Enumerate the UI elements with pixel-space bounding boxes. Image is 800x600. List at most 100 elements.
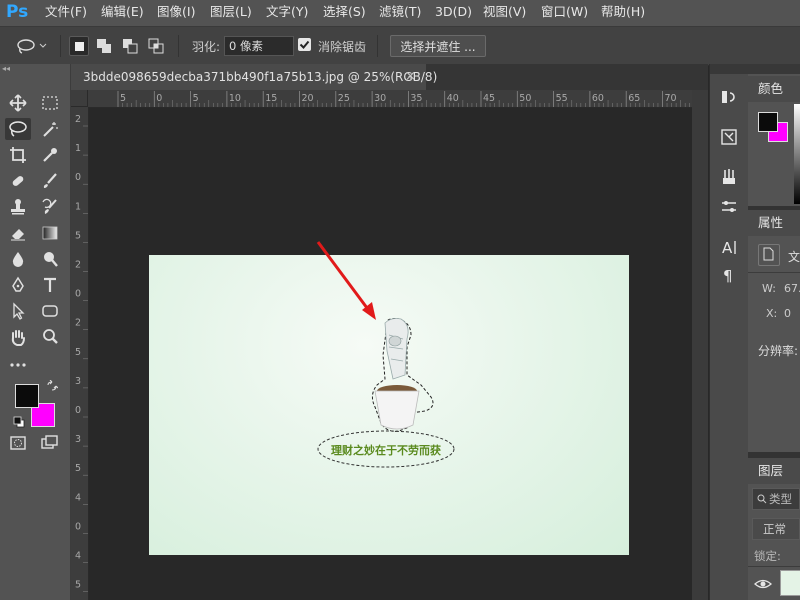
character-icon: A [722, 239, 736, 256]
antialias-label: 消除锯齿 [318, 40, 367, 54]
history-panel-button[interactable] [718, 86, 740, 108]
paragraph-panel-button[interactable]: ¶ [718, 264, 740, 286]
hand-tool[interactable] [5, 326, 31, 348]
add-selection-button[interactable] [94, 36, 114, 56]
toolbox-collapse-icon[interactable]: ◂◂ [2, 64, 68, 74]
ruler-label: 45 [483, 93, 495, 104]
select-and-mask-button[interactable]: 选择并遮住 ... [390, 35, 486, 57]
tab-properties[interactable]: 属性 [748, 210, 800, 236]
document-tab-strip: 3bdde098659decba371bb490f1a75b13.jpg @ 2… [71, 64, 708, 90]
x-value[interactable]: 0 [784, 307, 791, 320]
divider [748, 566, 800, 567]
paragraph-icon: ¶ [723, 267, 733, 284]
foreground-color-swatch[interactable] [15, 384, 39, 408]
color-spectrum[interactable] [794, 104, 800, 204]
pen-tool[interactable] [5, 274, 31, 296]
ruler-label: 65 [628, 93, 640, 104]
tab-layers[interactable]: 图层 [748, 458, 800, 484]
quick-mask-button[interactable] [5, 432, 31, 454]
layer-filter-search[interactable]: 类型 [752, 488, 800, 510]
eraser-tool[interactable] [5, 222, 31, 244]
width-value[interactable]: 67. [784, 282, 800, 295]
screen-mode-icon [41, 435, 58, 449]
new-selection-icon [75, 42, 84, 51]
quick-mask-icon [10, 436, 26, 450]
panel-foreground-swatch[interactable] [758, 112, 778, 132]
actions-panel-button[interactable] [718, 126, 740, 148]
crop-tool[interactable] [5, 144, 31, 166]
clone-stamp-tool[interactable] [5, 196, 31, 218]
zoom-tool[interactable] [37, 326, 63, 348]
intersect-selection-icon [148, 38, 164, 54]
ellipsis-icon [10, 363, 26, 367]
type-tool[interactable] [37, 274, 63, 296]
tab-color[interactable]: 颜色 [748, 76, 800, 102]
panel-collapse-bar[interactable] [710, 64, 748, 74]
screen-mode-button[interactable] [37, 432, 63, 454]
history-brush-tool[interactable] [37, 196, 63, 218]
menu-image[interactable]: 图像(I) [157, 0, 195, 24]
ruler-label: 35 [410, 93, 422, 104]
blur-tool[interactable] [5, 248, 31, 270]
subtract-selection-button[interactable] [120, 36, 140, 56]
magic-wand-tool[interactable] [37, 118, 63, 140]
search-icon [757, 494, 767, 504]
brush-settings-button[interactable] [718, 196, 740, 218]
menu-view[interactable]: 视图(V) [483, 0, 526, 24]
photoshop-logo: Ps [6, 2, 29, 22]
path-selection-tool[interactable] [5, 300, 31, 322]
menu-help[interactable]: 帮助(H) [601, 0, 645, 24]
gradient-tool[interactable] [37, 222, 63, 244]
lasso-icon [17, 39, 35, 54]
ruler-label: 1 [75, 143, 81, 154]
document-tab-title: 3bdde098659decba371bb490f1a75b13.jpg @ 2… [83, 70, 438, 84]
antialias-checkbox[interactable] [298, 38, 311, 51]
feather-input[interactable]: 0 像素 [224, 36, 294, 56]
shape-tool[interactable] [37, 300, 63, 322]
menu-layer[interactable]: 图层(L) [210, 0, 252, 24]
default-colors-icon[interactable] [13, 416, 25, 428]
swap-colors-icon[interactable] [46, 379, 59, 392]
more-tools-button[interactable] [5, 354, 31, 376]
marquee-tool[interactable] [37, 92, 63, 114]
blend-mode-select[interactable]: 正常 [752, 518, 800, 540]
ruler-label: 1 [75, 201, 81, 212]
menu-edit[interactable]: 编辑(E) [101, 0, 144, 24]
character-panel-button[interactable]: A [718, 236, 740, 258]
lasso-tool[interactable] [5, 118, 31, 140]
ruler-origin[interactable] [71, 90, 88, 107]
brush-presets-button[interactable] [718, 166, 740, 188]
foreground-color-fill [16, 385, 38, 407]
healing-brush-tool[interactable] [5, 170, 31, 192]
layer-thumbnail[interactable] [780, 570, 800, 596]
move-tool[interactable] [5, 92, 31, 114]
brush-tool[interactable] [37, 170, 63, 192]
menu-window[interactable]: 窗口(W) [541, 0, 588, 24]
menu-type[interactable]: 文字(Y) [266, 0, 308, 24]
history-icon [722, 91, 735, 103]
ruler-label: 2 [75, 318, 81, 329]
intersect-selection-button[interactable] [146, 36, 166, 56]
ruler-label: 60 [592, 93, 604, 104]
vertical-ruler-ticks: 2 1 0 1 5 2 0 2 5 3 0 3 5 4 0 4 5 [75, 114, 88, 592]
menu-3d[interactable]: 3D(D) [435, 0, 472, 24]
menu-select[interactable]: 选择(S) [323, 0, 366, 24]
x-label: X: [766, 307, 778, 320]
vertical-scrollbar[interactable] [692, 90, 708, 600]
properties-doc-label: 文 [788, 250, 800, 264]
tool-preset-picker[interactable] [16, 35, 52, 57]
menu-filter[interactable]: 滤镜(T) [379, 0, 421, 24]
options-bar: 羽化: 0 像素 消除锯齿 选择并遮住 ... [0, 26, 800, 66]
layer-visibility-eye-icon[interactable] [754, 577, 772, 591]
close-tab-icon[interactable]: × [405, 64, 416, 90]
document-tab[interactable]: 3bdde098659decba371bb490f1a75b13.jpg @ 2… [71, 64, 437, 90]
panel-collapse-bar[interactable] [748, 64, 800, 74]
new-selection-button[interactable] [69, 36, 89, 56]
dodge-tool[interactable] [37, 248, 63, 270]
eyedropper-icon [43, 148, 57, 162]
menu-file[interactable]: 文件(F) [45, 0, 87, 24]
eyedropper-tool[interactable] [37, 144, 63, 166]
ruler-label: 0 [156, 93, 162, 104]
ruler-label: 40 [447, 93, 459, 104]
svg-text:¶: ¶ [723, 267, 733, 284]
